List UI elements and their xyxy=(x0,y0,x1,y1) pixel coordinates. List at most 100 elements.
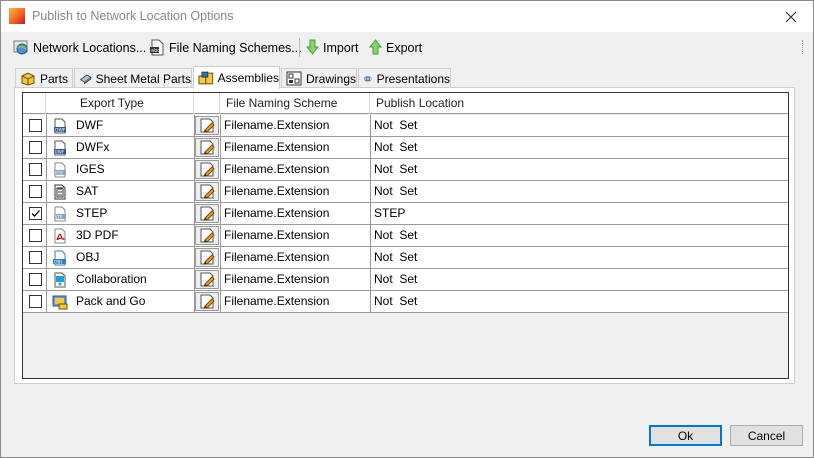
obj-file-icon: OBJ xyxy=(53,250,66,266)
file-naming-browse-button[interactable] xyxy=(195,182,219,201)
close-button[interactable] xyxy=(769,1,813,32)
window-title: Publish to Network Location Options xyxy=(32,9,234,23)
assembly-icon xyxy=(198,71,214,84)
header-file-naming-scheme[interactable]: File Naming Scheme xyxy=(220,93,370,114)
file-naming-scheme-cell: Filename.Extension xyxy=(224,206,330,220)
tab-presentations[interactable]: Presentations xyxy=(358,68,451,88)
cancel-button[interactable]: Cancel xyxy=(730,425,803,446)
edit-naming-icon xyxy=(200,184,215,199)
file-naming-browse-button[interactable] xyxy=(195,138,219,157)
export-checkbox[interactable] xyxy=(29,229,42,242)
import-button[interactable]: Import xyxy=(305,37,358,58)
publish-location-cell[interactable]: Not Set xyxy=(374,225,784,246)
header-export-type[interactable]: Export Type xyxy=(46,93,194,114)
column-divider xyxy=(370,203,371,224)
file-naming-browse-button[interactable] xyxy=(195,292,219,311)
tab-parts-label: Parts xyxy=(40,71,69,86)
table-row[interactable]: STP STEP Filename.Extension STEP xyxy=(23,203,788,225)
tab-drawings[interactable]: Drawings xyxy=(281,68,357,88)
header-publish-location[interactable]: Publish Location xyxy=(370,93,788,114)
export-checkbox[interactable] xyxy=(29,251,42,264)
export-type-cell: OBJ xyxy=(76,250,100,264)
publish-location-cell[interactable]: Not Set xyxy=(374,247,784,268)
export-checkbox[interactable] xyxy=(29,163,42,176)
header-browse-column xyxy=(194,93,220,114)
export-checkbox[interactable] xyxy=(29,119,42,132)
table-row[interactable]: IGS IGES Filename.Extension Not Set xyxy=(23,159,788,181)
sheet-metal-icon xyxy=(79,74,92,85)
file-naming-scheme-cell: Filename.Extension xyxy=(224,118,330,132)
table-row[interactable]: DWF DWF Filename.Extension Not Set xyxy=(23,115,788,137)
file-naming-scheme-cell: Filename.Extension xyxy=(224,294,330,308)
export-type-cell: DWFx xyxy=(76,140,110,154)
edit-naming-icon xyxy=(200,162,215,177)
column-divider xyxy=(370,181,371,202)
publish-location-cell[interactable]: STEP xyxy=(374,203,784,224)
export-checkbox[interactable] xyxy=(29,207,42,220)
column-divider xyxy=(370,269,371,290)
edit-naming-icon xyxy=(200,118,215,133)
edit-naming-icon xyxy=(200,228,215,243)
export-label: Export xyxy=(386,40,423,55)
ok-button[interactable]: Ok xyxy=(649,425,722,446)
sat-file-icon xyxy=(54,184,66,200)
dwf-file-icon: DWF xyxy=(54,118,66,134)
table-row[interactable]: Collaboration Filename.Extension Not Set xyxy=(23,269,788,291)
file-naming-schemes-label: File Naming Schemes... xyxy=(169,40,302,55)
edit-naming-icon xyxy=(200,250,215,265)
file-naming-browse-button[interactable] xyxy=(195,270,219,289)
svg-text:STP: STP xyxy=(55,214,63,219)
tab-presentations-label: Presentations xyxy=(376,71,450,86)
table-row[interactable]: OBJ OBJ Filename.Extension Not Set xyxy=(23,247,788,269)
publish-location-cell[interactable]: Not Set xyxy=(374,137,784,158)
file-naming-browse-button[interactable] xyxy=(195,204,219,223)
table-row[interactable]: Pack and Go Filename.Extension Not Set xyxy=(23,291,788,313)
export-type-cell: Pack and Go xyxy=(76,294,146,308)
column-divider xyxy=(220,291,221,312)
export-type-grid: Export Type File Naming Scheme Publish L… xyxy=(22,92,789,379)
toolbar-separator xyxy=(299,38,300,57)
file-naming-browse-button[interactable] xyxy=(195,160,219,179)
network-globe-icon xyxy=(13,40,28,55)
column-divider xyxy=(46,181,47,202)
file-naming-browse-button[interactable] xyxy=(195,248,219,267)
table-row[interactable]: DWF DWFx Filename.Extension Not Set xyxy=(23,137,788,159)
tab-assemblies-label: Assemblies xyxy=(217,71,279,85)
publish-location-cell[interactable]: Not Set xyxy=(374,181,784,202)
edit-naming-icon xyxy=(200,272,215,287)
export-type-cell: STEP xyxy=(76,206,108,220)
tab-parts[interactable]: Parts xyxy=(15,68,73,88)
file-naming-browse-button[interactable] xyxy=(195,226,219,245)
file-naming-scheme-cell: Filename.Extension xyxy=(224,228,330,242)
export-button[interactable]: Export xyxy=(368,37,422,58)
table-row[interactable]: SAT Filename.Extension Not Set xyxy=(23,181,788,203)
network-locations-button[interactable]: Network Locations... xyxy=(13,37,146,58)
file-naming-scheme-cell: Filename.Extension xyxy=(224,250,330,264)
export-type-cell: SAT xyxy=(76,184,99,198)
export-checkbox[interactable] xyxy=(29,273,42,286)
publish-location-cell[interactable]: Not Set xyxy=(374,269,784,290)
drawing-icon xyxy=(286,71,302,86)
publish-location-cell[interactable]: Not Set xyxy=(374,115,784,136)
column-divider xyxy=(46,225,47,246)
export-arrow-icon xyxy=(368,39,383,55)
file-naming-scheme-cell: Filename.Extension xyxy=(224,140,330,154)
file-naming-schemes-button[interactable]: abc File Naming Schemes... xyxy=(149,37,302,58)
tab-sheet-metal-parts[interactable]: Sheet Metal Parts xyxy=(74,68,192,88)
column-divider xyxy=(46,291,47,312)
toolbar-grip[interactable] xyxy=(802,40,805,54)
header-checkbox-column xyxy=(23,93,46,114)
export-checkbox[interactable] xyxy=(29,295,42,308)
tab-assemblies[interactable]: Assemblies xyxy=(193,66,280,89)
column-divider xyxy=(46,137,47,158)
export-checkbox[interactable] xyxy=(29,185,42,198)
file-naming-browse-button[interactable] xyxy=(195,116,219,135)
publish-location-cell[interactable]: Not Set xyxy=(374,291,784,312)
edit-naming-icon xyxy=(200,140,215,155)
export-checkbox[interactable] xyxy=(29,141,42,154)
publish-location-cell[interactable]: Not Set xyxy=(374,159,784,180)
table-row[interactable]: 3D PDF Filename.Extension Not Set xyxy=(23,225,788,247)
svg-text:abc: abc xyxy=(151,48,160,54)
svg-text:DWF: DWF xyxy=(55,127,66,133)
column-divider xyxy=(220,203,221,224)
